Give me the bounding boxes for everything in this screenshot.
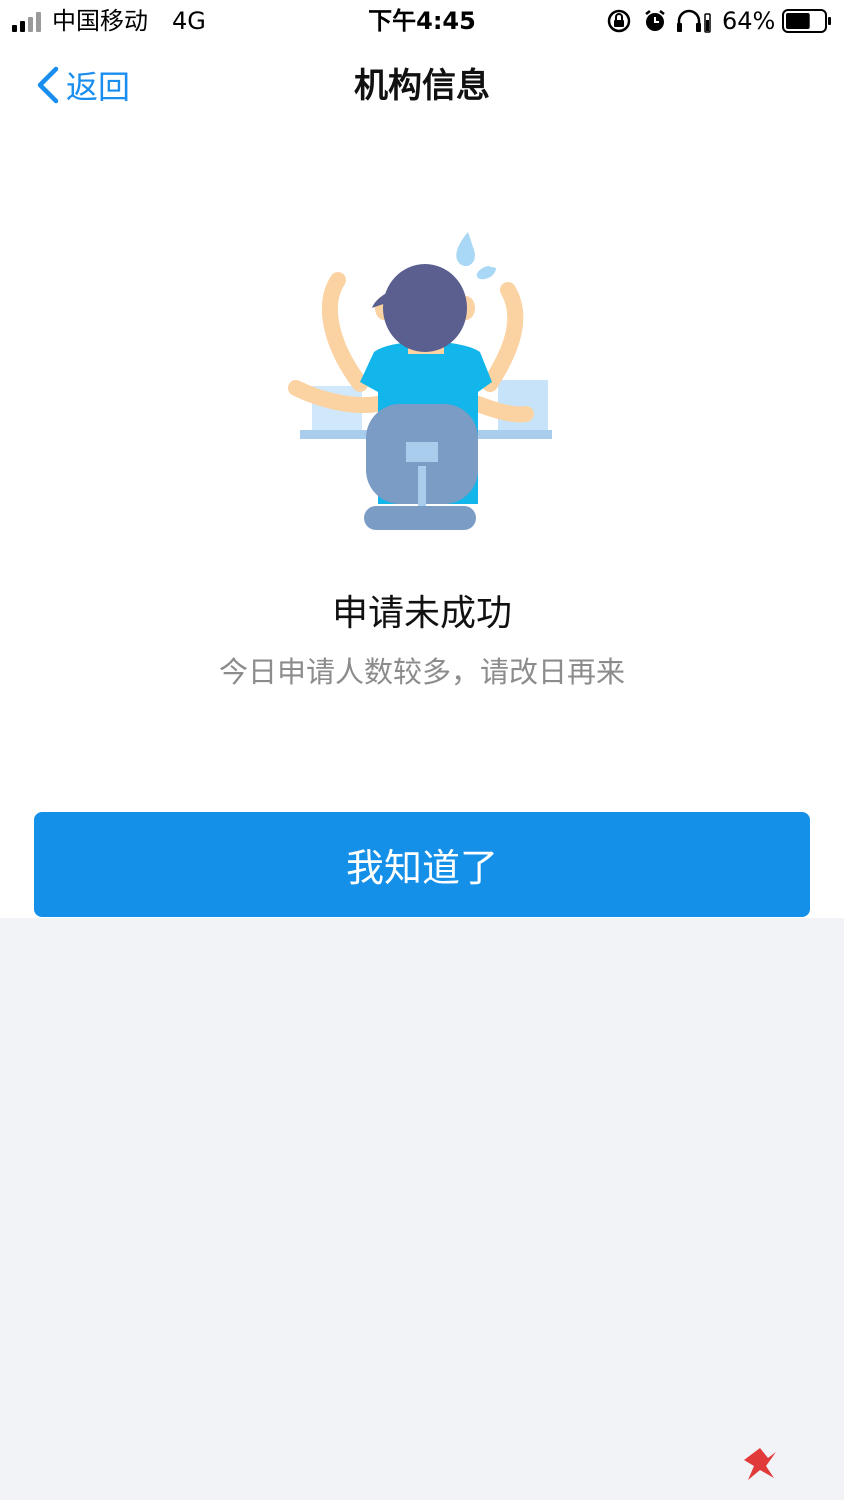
watermark-logo — [744, 1448, 776, 1480]
navigation-bar: 返回 机构信息 — [0, 44, 844, 128]
busy-person-illustration — [288, 232, 552, 530]
status-time: 下午4:45 — [368, 7, 476, 35]
status-bar: 中国移动 4G 下午4:45 64% — [0, 0, 844, 44]
app-screen: 中国移动 4G 下午4:45 64% 返回 机构信息 申请未成功 今日申请人数较… — [0, 0, 844, 1500]
status-icons — [607, 9, 711, 33]
battery-icon — [782, 9, 831, 33]
battery-percent: 64% — [722, 7, 776, 35]
alarm-icon — [645, 10, 665, 31]
headphones-icon — [677, 9, 711, 33]
result-title: 申请未成功 — [331, 593, 512, 634]
orientation-lock-icon — [607, 9, 631, 33]
page-title: 机构信息 — [354, 66, 490, 106]
result-subtitle: 今日申请人数较多，请改日再来 — [218, 655, 625, 689]
acknowledge-button[interactable]: 我知道了 — [34, 812, 810, 917]
